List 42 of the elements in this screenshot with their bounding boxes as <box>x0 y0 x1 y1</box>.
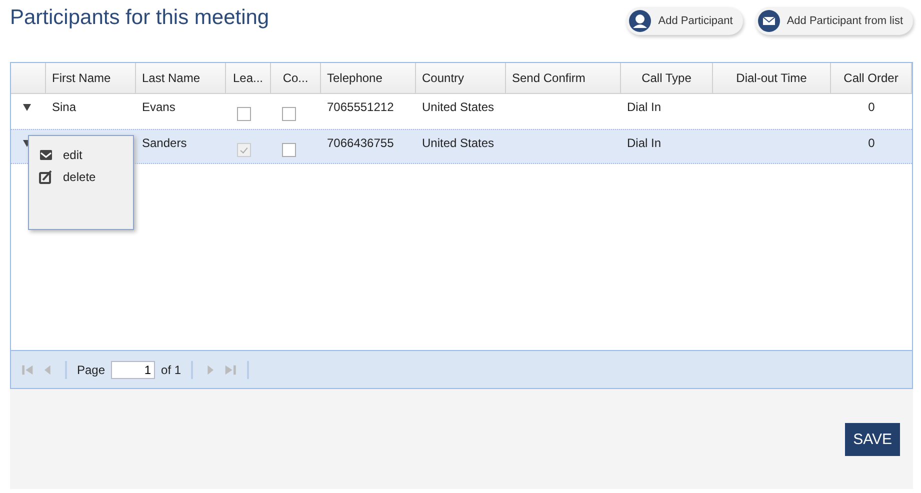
column-header[interactable]: Send Confirm <box>506 63 621 93</box>
leader-checkbox[interactable] <box>237 107 251 121</box>
page-number-field[interactable]: 1 <box>111 360 156 378</box>
page-title: Participants for this meeting <box>10 6 270 30</box>
column-header[interactable]: Call Order <box>831 63 912 93</box>
table-cell: 0 <box>868 136 875 150</box>
table-row[interactable]: Sina Evans 7065551212 United States Dial In 0 <box>11 94 912 129</box>
column-header[interactable]: Last Name <box>136 63 226 93</box>
envelope-icon <box>756 9 781 33</box>
column-header[interactable]: Co... <box>271 63 321 93</box>
save-button[interactable]: SAVE <box>845 423 900 456</box>
envelope-icon <box>39 148 53 162</box>
table-cell: Sina <box>52 100 76 114</box>
pencil-box-icon <box>39 170 53 184</box>
table-cell: Evans <box>142 100 176 114</box>
column-header[interactable]: Call Type <box>621 63 713 93</box>
confirm-checkbox[interactable] <box>282 143 296 157</box>
menu-item[interactable]: edit <box>29 144 133 166</box>
page-label: Page <box>77 362 106 376</box>
person-icon <box>628 9 652 33</box>
column-header[interactable]: Dial-out Time <box>713 63 831 93</box>
column-header[interactable]: First Name <box>46 63 136 93</box>
last-page-icon[interactable] <box>223 362 238 376</box>
expand-arrow-icon[interactable] <box>23 104 31 111</box>
menu-item[interactable]: delete <box>29 166 133 188</box>
table-cell: Dial In <box>627 100 662 114</box>
table-cell: United States <box>422 100 494 114</box>
table-cell: 7065551212 <box>327 100 394 114</box>
add-participant-button[interactable]: Add Participant <box>626 7 743 35</box>
add-participant-button[interactable]: Add Participant from list <box>754 7 913 35</box>
table-cell: Dial In <box>627 136 662 150</box>
column-header[interactable]: Country <box>416 63 506 93</box>
table-cell: 7066436755 <box>327 136 394 150</box>
table-cell: 0 <box>868 100 875 114</box>
table-cell: United States <box>422 136 494 150</box>
leader-checkbox[interactable] <box>237 143 251 157</box>
confirm-checkbox[interactable] <box>282 107 296 121</box>
table-cell: Sanders <box>142 136 187 150</box>
page-total: of 1 <box>161 362 182 376</box>
column-header[interactable]: Lea... <box>226 63 271 93</box>
first-page-icon[interactable] <box>21 362 35 376</box>
column-header[interactable]: Telephone <box>321 63 416 93</box>
